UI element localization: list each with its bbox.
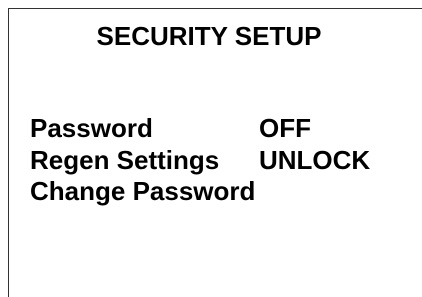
menu-item-label: Change Password	[30, 176, 256, 206]
menu-item-label: Regen Settings	[30, 145, 220, 175]
security-setup-screen: SECURITY SETUP Password OFF Regen Settin…	[8, 8, 422, 297]
menu-item-label: Password	[30, 113, 153, 143]
menu-item-value: OFF	[259, 113, 311, 143]
menu-item-value: UNLOCK	[259, 145, 371, 175]
screen-title: SECURITY SETUP	[96, 21, 322, 51]
